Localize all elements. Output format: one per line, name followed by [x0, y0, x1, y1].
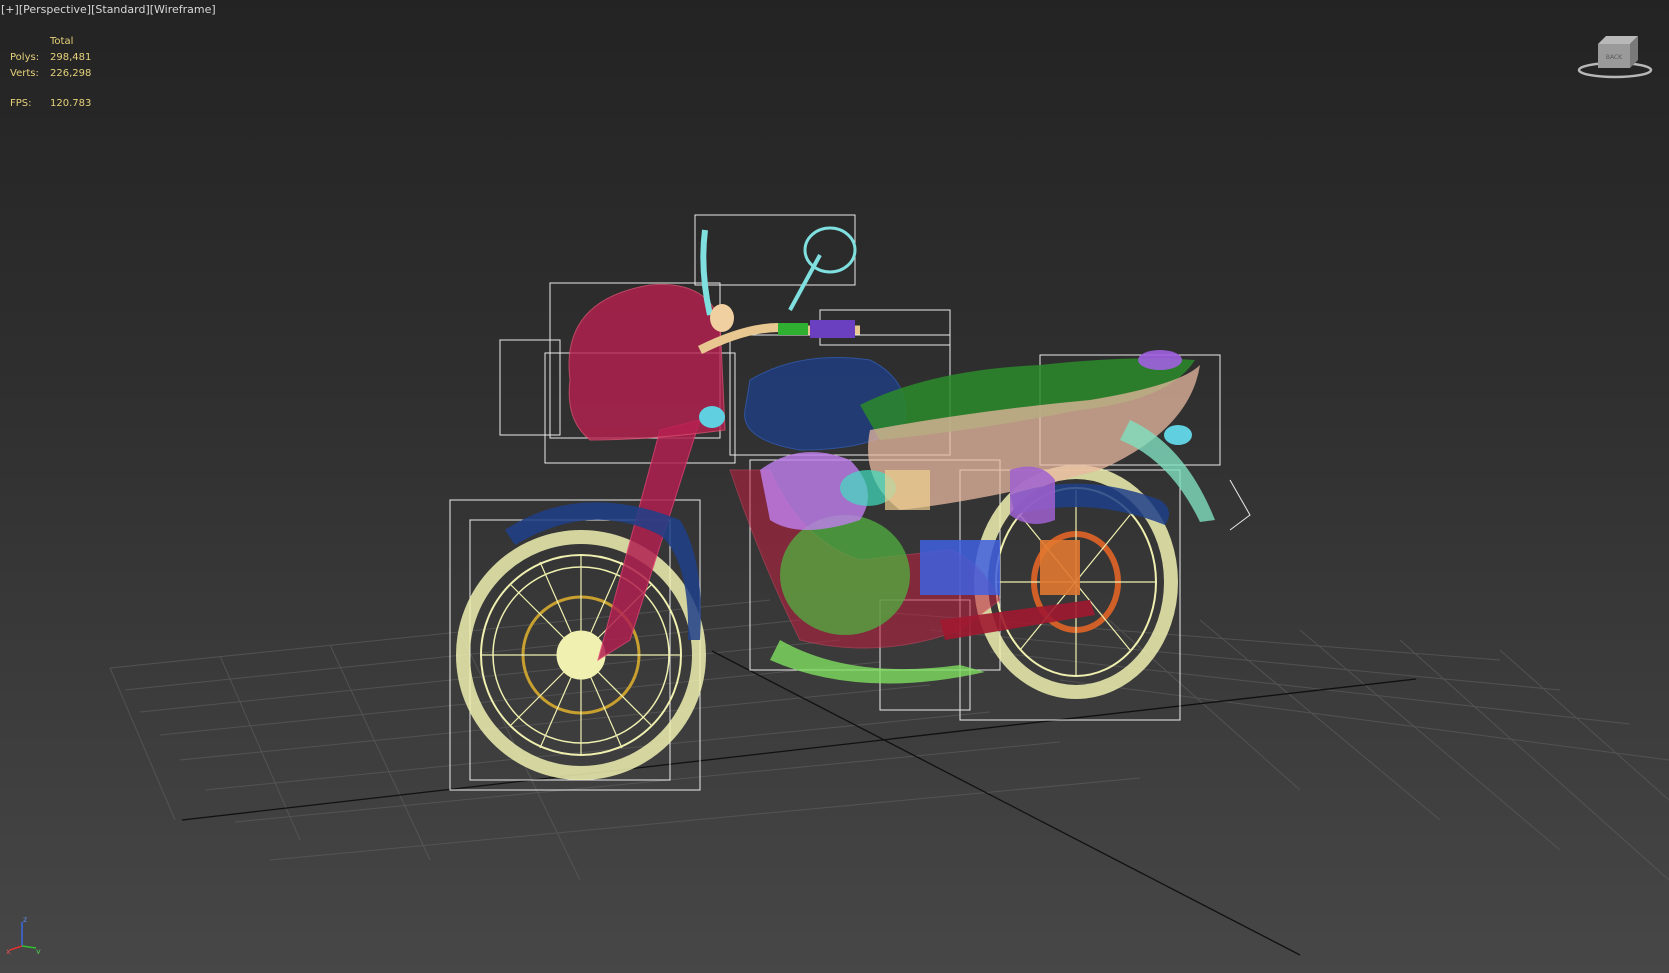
- stats-total-header: Total: [50, 36, 74, 47]
- polys-value: 298,481: [50, 52, 92, 63]
- perspective-viewport[interactable]: [+][Perspective][Standard][Wireframe] To…: [0, 0, 1669, 973]
- viewport-label-menu: [+][Perspective][Standard][Wireframe]: [1, 3, 216, 16]
- scene-canvas[interactable]: [0, 0, 1669, 973]
- polys-label: Polys:: [10, 52, 40, 63]
- viewcube-face-label: BACK: [1606, 54, 1623, 61]
- air-filter: [1040, 540, 1080, 595]
- axis-tripod-icon: z x y: [6, 915, 41, 954]
- engine-cylinder: [780, 515, 910, 635]
- front-wheel: [456, 530, 706, 780]
- handlebar: [697, 226, 860, 355]
- world-axes: [181, 650, 1417, 956]
- viewcube-icon[interactable]: BACK: [1576, 32, 1654, 82]
- fps-value: 120.783: [50, 98, 92, 109]
- indicator-front: [699, 406, 725, 428]
- tail-light: [1164, 425, 1192, 445]
- viewport-pov-menu[interactable]: [Perspective]: [19, 3, 91, 16]
- viewport-plus-menu[interactable]: [+]: [1, 3, 19, 16]
- axis-z-label: z: [23, 915, 27, 924]
- verts-value: 226,298: [50, 68, 92, 79]
- axis-y-label: y: [36, 947, 41, 954]
- side-panel: [920, 540, 1000, 595]
- axis-x-label: x: [6, 947, 11, 954]
- viewport-display-mode-menu[interactable]: [Wireframe]: [150, 3, 216, 16]
- fps-label: FPS:: [10, 98, 32, 109]
- viewport-shading-style-menu[interactable]: [Standard]: [91, 3, 150, 16]
- battery-box: [885, 470, 930, 510]
- verts-label: Verts:: [10, 68, 39, 79]
- axis-y-line: [21, 945, 37, 949]
- purple-side-cover: [1010, 466, 1055, 524]
- tail-purple: [1138, 350, 1182, 370]
- axis-x-line: [9, 945, 23, 951]
